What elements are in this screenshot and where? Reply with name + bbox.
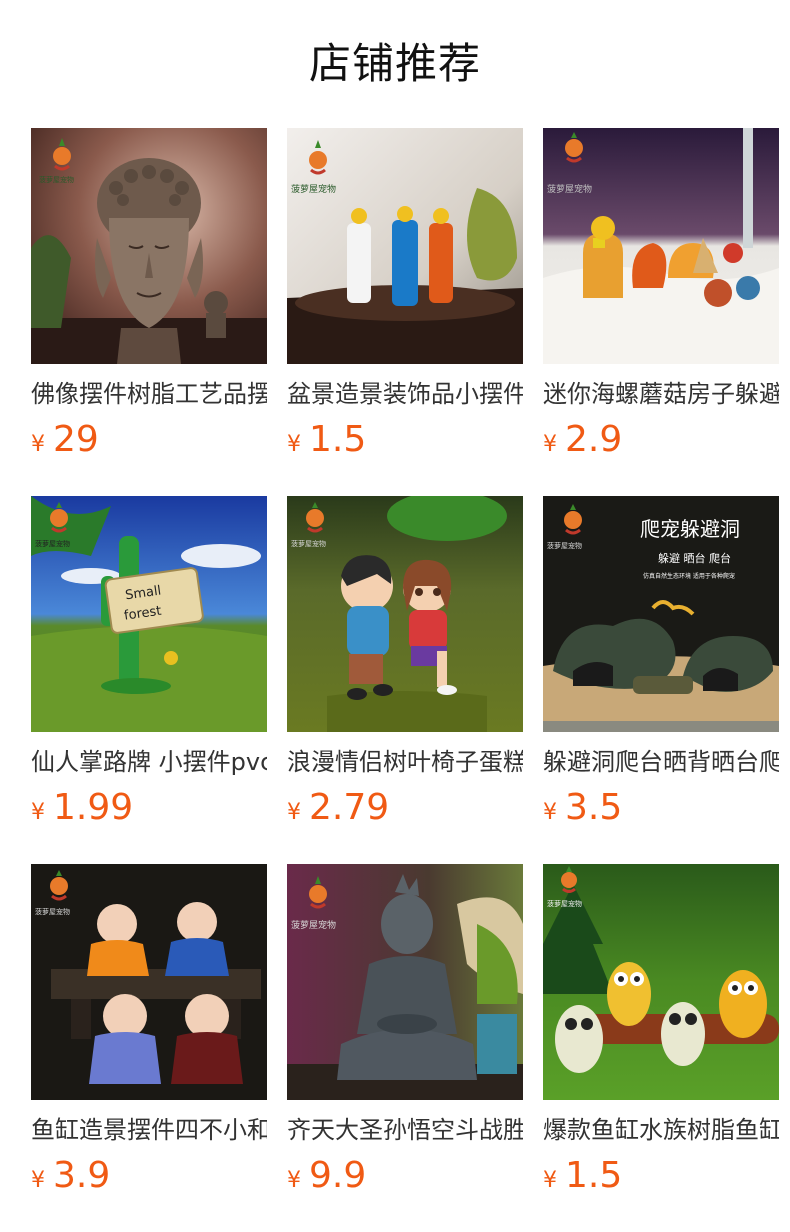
svg-text:菠萝屋宠物: 菠萝屋宠物 — [291, 539, 326, 548]
product-price: ¥ 2.9 — [543, 418, 779, 462]
product-card[interactable]: 菠萝屋宠物 盆景造景装饰品小摆件 ¥ 1.5 — [287, 128, 523, 462]
product-price: ¥ 9.9 — [287, 1154, 523, 1198]
product-price: ¥ 1.5 — [543, 1154, 779, 1198]
price-value: 3.5 — [565, 787, 623, 828]
currency-symbol: ¥ — [31, 1168, 45, 1193]
currency-symbol: ¥ — [287, 432, 301, 457]
svg-text:仿真自然生态环境 适用于各种爬宠: 仿真自然生态环境 适用于各种爬宠 — [643, 572, 735, 580]
product-card[interactable]: 爬宠躲避洞 躲避 晒台 爬台 仿真自然生态环境 适用于各种爬宠 菠萝屋宠物 躲避… — [543, 496, 779, 830]
price-value: 2.79 — [309, 787, 390, 828]
price-value: 29 — [53, 419, 99, 460]
product-price: ¥ 29 — [31, 418, 267, 462]
product-image-monks[interactable]: 菠萝屋宠物 — [31, 864, 267, 1100]
section-header: 店铺推荐 — [0, 0, 790, 128]
product-title[interactable]: 盆景造景装饰品小摆件 — [287, 378, 523, 410]
product-title[interactable]: 佛像摆件树脂工艺品摆件 — [31, 378, 267, 410]
product-card[interactable]: 菠萝屋宠物 齐天大圣孙悟空斗战胜佛 ¥ 9.9 — [287, 864, 523, 1198]
product-price: ¥ 1.99 — [31, 786, 267, 830]
price-value: 1.5 — [565, 1155, 623, 1196]
currency-symbol: ¥ — [31, 800, 45, 825]
product-title[interactable]: 躲避洞爬台晒背晒台爬宠 — [543, 746, 779, 778]
svg-text:菠萝屋宠物: 菠萝屋宠物 — [547, 541, 582, 550]
svg-text:爬宠躲避洞: 爬宠躲避洞 — [640, 517, 740, 541]
currency-symbol: ¥ — [543, 800, 557, 825]
currency-symbol: ¥ — [287, 1168, 301, 1193]
product-image-buddha-head[interactable]: 菠萝屋宠物 — [31, 128, 267, 364]
section-title: 店铺推荐 — [308, 39, 481, 88]
product-title[interactable]: 迷你海螺蘑菇房子躲避屋 — [543, 378, 779, 410]
currency-symbol: ¥ — [31, 432, 45, 457]
product-price: ¥ 3.5 — [543, 786, 779, 830]
product-card[interactable]: 菠萝屋宠物 鱼缸造景摆件四不小和尚 ¥ 3.9 — [31, 864, 267, 1198]
product-title[interactable]: 浪漫情侣树叶椅子蛋糕摆件 — [287, 746, 523, 778]
svg-text:菠萝屋宠物: 菠萝屋宠物 — [291, 919, 336, 931]
product-title[interactable]: 齐天大圣孙悟空斗战胜佛 — [287, 1114, 523, 1146]
product-image-couple[interactable]: 菠萝屋宠物 — [287, 496, 523, 732]
price-value: 1.99 — [53, 787, 134, 828]
svg-text:菠萝屋宠物: 菠萝屋宠物 — [35, 539, 70, 548]
product-image-monkey-king[interactable]: 菠萝屋宠物 — [287, 864, 523, 1100]
price-value: 3.9 — [53, 1155, 111, 1196]
product-card[interactable]: 菠萝屋宠物 迷你海螺蘑菇房子躲避屋 ¥ 2.9 — [543, 128, 779, 462]
product-card[interactable]: 菠萝屋宠物 佛像摆件树脂工艺品摆件 ¥ 29 — [31, 128, 267, 462]
product-title[interactable]: 爆款鱼缸水族树脂鱼缸摆件 — [543, 1114, 779, 1146]
product-price: ¥ 2.79 — [287, 786, 523, 830]
product-card[interactable]: 菠萝屋宠物 爆款鱼缸水族树脂鱼缸摆件 ¥ 1.5 — [543, 864, 779, 1198]
product-image-shell-houses[interactable]: 菠萝屋宠物 — [543, 128, 779, 364]
currency-symbol: ¥ — [287, 800, 301, 825]
product-card[interactable]: Small forest 菠萝屋宠物 仙人掌路牌 小摆件pvc ¥ 1.99 — [31, 496, 267, 830]
product-price: ¥ 3.9 — [31, 1154, 267, 1198]
product-image-three-figures[interactable]: 菠萝屋宠物 — [287, 128, 523, 364]
product-title[interactable]: 鱼缸造景摆件四不小和尚 — [31, 1114, 267, 1146]
product-image-reptile-hide[interactable]: 爬宠躲避洞 躲避 晒台 爬台 仿真自然生态环境 适用于各种爬宠 菠萝屋宠物 — [543, 496, 779, 732]
price-value: 9.9 — [309, 1155, 367, 1196]
svg-text:躲避 晒台 爬台: 躲避 晒台 爬台 — [658, 551, 731, 565]
svg-text:菠萝屋宠物: 菠萝屋宠物 — [39, 175, 74, 184]
currency-symbol: ¥ — [543, 1168, 557, 1193]
price-value: 2.9 — [565, 419, 623, 460]
product-image-owls[interactable]: 菠萝屋宠物 — [543, 864, 779, 1100]
svg-text:菠萝屋宠物: 菠萝屋宠物 — [547, 183, 592, 195]
price-value: 1.5 — [309, 419, 367, 460]
currency-symbol: ¥ — [543, 432, 557, 457]
svg-text:菠萝屋宠物: 菠萝屋宠物 — [291, 183, 336, 195]
svg-text:菠萝屋宠物: 菠萝屋宠物 — [35, 907, 70, 916]
product-image-cactus-sign[interactable]: Small forest 菠萝屋宠物 — [31, 496, 267, 732]
svg-text:菠萝屋宠物: 菠萝屋宠物 — [547, 899, 582, 908]
product-price: ¥ 1.5 — [287, 418, 523, 462]
product-card[interactable]: 菠萝屋宠物 浪漫情侣树叶椅子蛋糕摆件 ¥ 2.79 — [287, 496, 523, 830]
product-title[interactable]: 仙人掌路牌 小摆件pvc — [31, 746, 267, 778]
